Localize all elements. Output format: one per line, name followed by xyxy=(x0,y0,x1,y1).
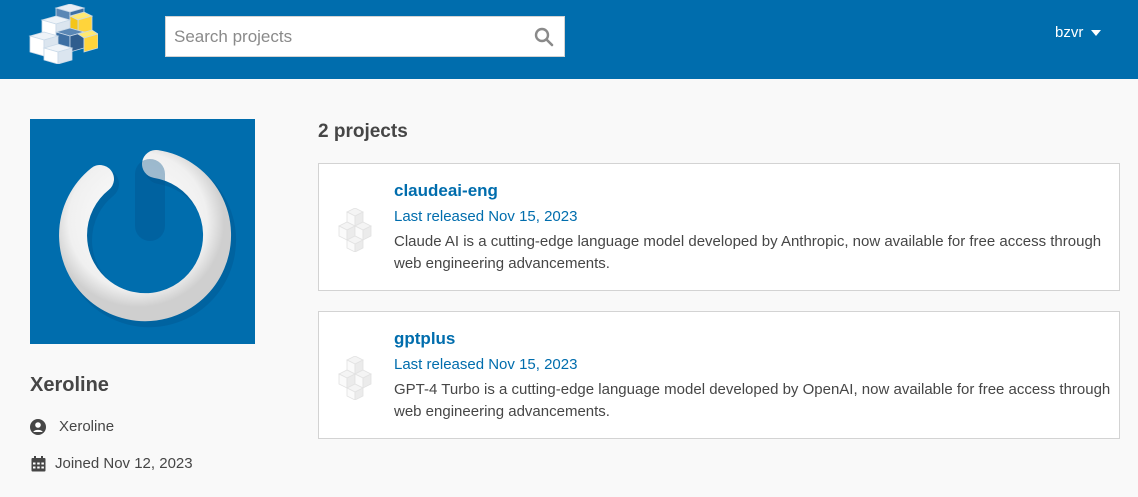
projects-count-heading: 2 projects xyxy=(318,121,408,142)
project-title-link[interactable]: claudeai-eng xyxy=(394,181,498,201)
project-released-date: Last released Nov 15, 2023 xyxy=(394,356,578,373)
profile-username-row: Xeroline xyxy=(30,418,114,435)
profile-username: Xeroline xyxy=(59,418,115,435)
profile-joined-row: Joined Nov 12, 2023 xyxy=(30,455,193,472)
user-menu-label: bzvr xyxy=(1055,24,1084,41)
project-title-link[interactable]: gptplus xyxy=(394,329,455,349)
caret-down-icon xyxy=(1091,29,1102,36)
project-released-date: Last released Nov 15, 2023 xyxy=(394,208,578,225)
user-menu-button[interactable]: bzvr xyxy=(1055,24,1102,41)
project-description: Claude AI is a cutting-edge language mod… xyxy=(394,233,1102,272)
search-box xyxy=(165,16,565,57)
profile-name: Xeroline xyxy=(30,374,109,396)
project-description: GPT-4 Turbo is a cutting-edge language m… xyxy=(394,381,1111,420)
profile-avatar xyxy=(30,119,255,344)
pypi-logo-icon[interactable] xyxy=(26,3,99,65)
package-cubes-icon xyxy=(335,207,385,253)
user-circle-icon xyxy=(30,418,46,435)
search-input[interactable] xyxy=(166,17,564,56)
calendar-icon xyxy=(30,455,46,472)
search-icon[interactable] xyxy=(532,25,556,49)
profile-joined-date: Joined Nov 12, 2023 xyxy=(55,455,193,472)
package-cubes-icon xyxy=(335,355,385,401)
project-card[interactable]: claudeai-eng Last released Nov 15, 2023 … xyxy=(318,163,1120,291)
project-card[interactable]: gptplus Last released Nov 15, 2023 GPT-4… xyxy=(318,311,1120,439)
top-navbar: bzvr xyxy=(0,0,1138,79)
